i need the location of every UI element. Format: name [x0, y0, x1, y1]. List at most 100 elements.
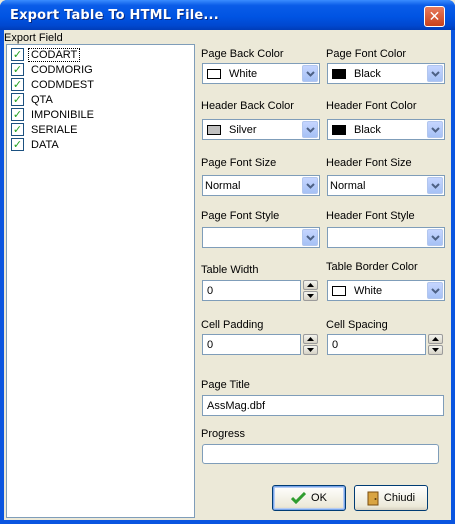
dropdown-button[interactable]: [427, 65, 443, 82]
dropdown-button[interactable]: [427, 229, 443, 246]
selected-value: White: [354, 284, 383, 297]
table-width-spinner[interactable]: [303, 280, 318, 301]
arrow-down-icon: [307, 348, 314, 352]
spin-down-button[interactable]: [303, 291, 318, 301]
page-font-size-select[interactable]: Normal: [202, 175, 320, 196]
header-font-size-label: Header Font Size: [326, 157, 412, 169]
header-font-style-label: Header Font Style: [326, 210, 415, 222]
check-icon: ✓: [12, 48, 23, 61]
chevron-down-icon: [305, 70, 315, 77]
spin-up-button[interactable]: [303, 334, 318, 344]
check-icon: ✓: [12, 63, 23, 76]
selected-value: Black: [354, 123, 381, 136]
close-button-label: Chiudi: [383, 492, 416, 504]
spin-up-button[interactable]: [428, 334, 443, 344]
selected-value: Normal: [330, 179, 366, 192]
dropdown-button[interactable]: [302, 177, 318, 194]
door-icon: [367, 491, 379, 506]
title-bar[interactable]: Export Table To HTML File... ✕: [0, 0, 455, 30]
list-item-qta[interactable]: ✓ QTA: [11, 92, 191, 107]
field-label: SERIALE: [31, 123, 78, 136]
ok-button[interactable]: OK: [272, 485, 346, 511]
selected-value: White: [229, 67, 258, 80]
progress-label: Progress: [201, 428, 246, 440]
cell-padding-spinner[interactable]: [303, 334, 318, 355]
color-swatch: [332, 68, 346, 79]
table-border-color-label: Table Border Color: [326, 261, 418, 273]
cell-padding-label: Cell Padding: [201, 319, 264, 331]
header-font-color-label: Header Font Color: [326, 100, 417, 112]
cell-spacing-spinner[interactable]: [428, 334, 443, 355]
field-label: IMPONIBILE: [31, 108, 94, 121]
close-window-button[interactable]: ✕: [424, 6, 445, 27]
color-swatch: [207, 68, 221, 79]
chevron-down-icon: [430, 287, 440, 294]
page-title-input[interactable]: AssMag.dbf: [202, 395, 444, 416]
dropdown-button[interactable]: [302, 229, 318, 246]
export-field-caption: Export Field: [4, 32, 63, 44]
selected-value: Black: [354, 67, 381, 80]
arrow-up-icon: [432, 337, 439, 341]
dropdown-button[interactable]: [427, 121, 443, 138]
chevron-down-icon: [430, 182, 440, 189]
list-item-codmorig[interactable]: ✓ CODMORIG: [11, 62, 191, 77]
dropdown-button[interactable]: [427, 177, 443, 194]
list-item-data[interactable]: ✓ DATA: [11, 137, 191, 152]
header-font-style-select[interactable]: [327, 227, 445, 248]
table-width-input[interactable]: 0: [202, 280, 301, 301]
field-label: CODMORIG: [31, 63, 93, 76]
cell-padding-input[interactable]: 0: [202, 334, 301, 355]
list-item-codart[interactable]: ✓ CODART: [11, 47, 191, 62]
field-label: CODMDEST: [31, 78, 94, 91]
page-back-color-select[interactable]: White: [202, 63, 320, 84]
checkbox-codmdest[interactable]: ✓: [11, 78, 24, 91]
dropdown-button[interactable]: [302, 65, 318, 82]
page-font-color-select[interactable]: Black: [327, 63, 445, 84]
checkbox-qta[interactable]: ✓: [11, 93, 24, 106]
dropdown-button[interactable]: [427, 282, 443, 299]
check-icon: ✓: [12, 108, 23, 121]
list-item-seriale[interactable]: ✓ SERIALE: [11, 122, 191, 137]
table-width-label: Table Width: [201, 264, 259, 276]
header-back-color-select[interactable]: Silver: [202, 119, 320, 140]
check-icon: ✓: [12, 93, 23, 106]
checkbox-codart[interactable]: ✓: [11, 48, 24, 61]
dialog-body: Export Field ✓ CODART ✓ CODMORIG ✓ CODMD…: [4, 30, 451, 520]
checkbox-codmorig[interactable]: ✓: [11, 63, 24, 76]
dialog-window: Export Table To HTML File... ✕ Export Fi…: [0, 0, 455, 524]
spin-up-button[interactable]: [303, 280, 318, 290]
ok-button-label: OK: [311, 492, 327, 504]
chevron-down-icon: [305, 182, 315, 189]
page-font-size-label: Page Font Size: [201, 157, 277, 169]
chevron-down-icon: [430, 126, 440, 133]
list-item-codmdest[interactable]: ✓ CODMDEST: [11, 77, 191, 92]
cell-spacing-label: Cell Spacing: [326, 319, 388, 331]
spin-down-button[interactable]: [428, 345, 443, 355]
chevron-down-icon: [430, 234, 440, 241]
selected-value: Normal: [205, 179, 241, 192]
page-font-style-label: Page Font Style: [201, 210, 280, 222]
checkbox-imponibile[interactable]: ✓: [11, 108, 24, 121]
dropdown-button[interactable]: [302, 121, 318, 138]
field-label: QTA: [31, 93, 53, 106]
window-title: Export Table To HTML File...: [10, 8, 219, 23]
close-button[interactable]: Chiudi: [354, 485, 428, 511]
checkbox-seriale[interactable]: ✓: [11, 123, 24, 136]
header-back-color-label: Header Back Color: [201, 100, 294, 112]
header-font-color-select[interactable]: Black: [327, 119, 445, 140]
color-swatch: [332, 285, 346, 296]
arrow-up-icon: [307, 283, 314, 287]
chevron-down-icon: [305, 126, 315, 133]
page-back-color-label: Page Back Color: [201, 48, 284, 60]
spin-down-button[interactable]: [303, 345, 318, 355]
list-item-imponibile[interactable]: ✓ IMPONIBILE: [11, 107, 191, 122]
page-font-style-select[interactable]: [202, 227, 320, 248]
checkbox-data[interactable]: ✓: [11, 138, 24, 151]
cell-spacing-input[interactable]: 0: [327, 334, 426, 355]
arrow-down-icon: [432, 348, 439, 352]
field-label: DATA: [31, 138, 59, 151]
export-field-list[interactable]: ✓ CODART ✓ CODMORIG ✓ CODMDEST ✓ QTA ✓ I…: [6, 44, 195, 518]
table-border-color-select[interactable]: White: [327, 280, 445, 301]
header-font-size-select[interactable]: Normal: [327, 175, 445, 196]
arrow-down-icon: [307, 294, 314, 298]
